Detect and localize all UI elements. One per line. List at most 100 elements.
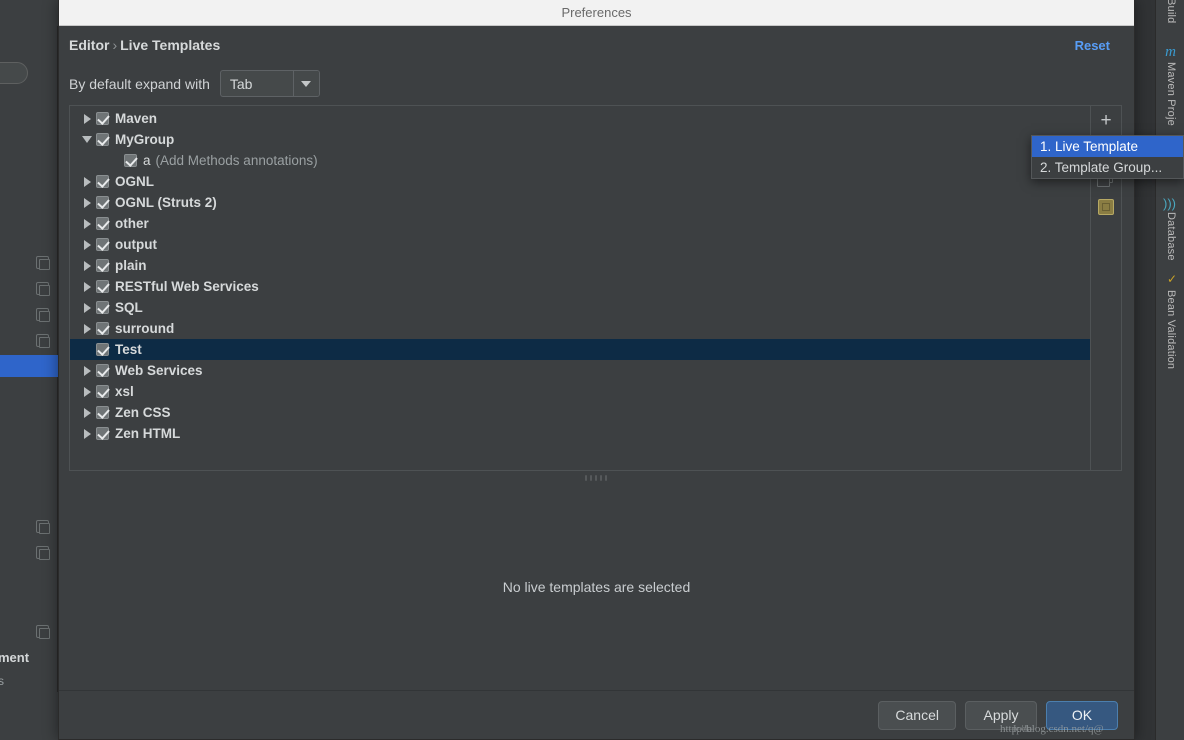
window-title: Preferences — [561, 5, 632, 20]
chevron-right-icon[interactable] — [78, 365, 96, 376]
copy-icon[interactable] — [36, 625, 50, 639]
database-icon: ))) — [1163, 196, 1176, 211]
breadcrumb: Editor › Live Templates — [69, 37, 220, 53]
tree-row-label: Web Services — [115, 363, 203, 378]
chevron-right-icon[interactable] — [78, 428, 96, 439]
tree-row[interactable]: OGNL (Struts 2) — [70, 192, 1090, 213]
tree-row[interactable]: a (Add Methods annotations) — [70, 150, 1090, 171]
tree-row[interactable]: Test — [70, 339, 1090, 360]
tree-row[interactable]: RESTful Web Services — [70, 276, 1090, 297]
tree-row[interactable]: Web Services — [70, 360, 1090, 381]
tree-row-label: OGNL (Struts 2) — [115, 195, 217, 210]
copy-icon[interactable] — [36, 520, 50, 534]
copy-icon[interactable] — [36, 256, 50, 270]
tree-row[interactable]: other — [70, 213, 1090, 234]
bean-validation-icon: ✓ — [1166, 272, 1177, 286]
tree-row[interactable]: Zen CSS — [70, 402, 1090, 423]
chevron-right-icon[interactable] — [78, 386, 96, 397]
checkbox-checked-icon[interactable] — [96, 406, 109, 419]
chevron-right-icon[interactable] — [78, 218, 96, 229]
chevron-right-icon[interactable] — [78, 323, 96, 334]
tree-row-label: Test — [115, 342, 142, 357]
checkbox-checked-icon[interactable] — [96, 196, 109, 209]
breadcrumb-separator-icon: › — [112, 37, 118, 53]
dialog-footer: Cancel Apply OK — [59, 690, 1134, 739]
chevron-right-icon[interactable] — [78, 407, 96, 418]
tree-row-label: plain — [115, 258, 147, 273]
checkbox-checked-icon[interactable] — [96, 343, 109, 356]
tree-row-label: surround — [115, 321, 175, 336]
splitter-grip-icon — [584, 474, 607, 481]
template-group-icon[interactable] — [1098, 199, 1114, 215]
popup-menu-item[interactable]: 1. Live Template — [1032, 136, 1183, 157]
checkbox-checked-icon[interactable] — [96, 112, 109, 125]
ide-left-text-fragment: ment — [0, 650, 30, 665]
ide-right-toolwindow-bar: Build m Maven Proje ))) Database ✓ Bean … — [1155, 0, 1184, 740]
chevron-right-icon[interactable] — [78, 302, 96, 313]
expand-with-combobox[interactable]: Tab — [219, 70, 320, 97]
checkbox-checked-icon[interactable] — [96, 259, 109, 272]
empty-state-message: No live templates are selected — [502, 578, 691, 595]
checkbox-checked-icon[interactable] — [96, 133, 109, 146]
tree-row[interactable]: Zen HTML — [70, 423, 1090, 444]
tree-row-label: Zen CSS — [115, 405, 171, 420]
tree-row-label: xsl — [115, 384, 134, 399]
checkbox-checked-icon[interactable] — [96, 322, 109, 335]
checkbox-checked-icon[interactable] — [96, 217, 109, 230]
cancel-button[interactable]: Cancel — [878, 700, 956, 730]
tool-window-tab-maven[interactable]: Maven Proje — [1165, 62, 1177, 126]
tool-window-tab-database[interactable]: Database — [1165, 212, 1177, 261]
chevron-down-icon[interactable] — [78, 136, 96, 143]
chevron-right-icon[interactable] — [78, 197, 96, 208]
checkbox-checked-icon[interactable] — [96, 427, 109, 440]
expand-with-label: By default expand with — [69, 75, 210, 92]
screen: ment s tion ) con Sprin les) e... odate … — [0, 0, 1184, 740]
tree-row-label: Maven — [115, 111, 158, 126]
chevron-right-icon[interactable] — [78, 239, 96, 250]
checkbox-checked-icon[interactable] — [96, 280, 109, 293]
tree-row[interactable]: MyGroup — [70, 129, 1090, 150]
watermark-overlay: Jpda — [1012, 723, 1033, 735]
copy-icon[interactable] — [36, 334, 50, 348]
chevron-right-icon[interactable] — [78, 281, 96, 292]
expand-with-value: Tab — [229, 75, 253, 92]
search-field[interactable] — [0, 62, 28, 84]
breadcrumb-root[interactable]: Editor — [69, 37, 109, 53]
chevron-right-icon[interactable] — [78, 260, 96, 271]
chevron-right-icon[interactable] — [78, 113, 96, 124]
checkbox-checked-icon[interactable] — [96, 175, 109, 188]
copy-icon[interactable] — [36, 546, 50, 560]
popup-menu-item[interactable]: 2. Template Group... — [1032, 157, 1183, 178]
checkbox-checked-icon[interactable] — [96, 238, 109, 251]
tree-row-label: SQL — [115, 300, 143, 315]
tree-row[interactable]: OGNL — [70, 171, 1090, 192]
tree-row[interactable]: plain — [70, 255, 1090, 276]
selected-list-row[interactable] — [0, 355, 58, 377]
panel-splitter[interactable] — [69, 472, 1122, 483]
tree-row[interactable]: output — [70, 234, 1090, 255]
checkbox-checked-icon[interactable] — [124, 154, 137, 167]
tree-row[interactable]: xsl — [70, 381, 1090, 402]
tree-row-label: output — [115, 237, 157, 252]
checkbox-checked-icon[interactable] — [96, 301, 109, 314]
tree-row-label: RESTful Web Services — [115, 279, 259, 294]
templates-tree[interactable]: Maven MyGroup a (Add Methods annotations) OG… — [70, 106, 1090, 470]
tree-row-label: other — [115, 216, 149, 231]
copy-icon[interactable] — [36, 308, 50, 322]
chevron-right-icon[interactable] — [78, 176, 96, 187]
tree-row[interactable]: Maven — [70, 108, 1090, 129]
checkbox-checked-icon[interactable] — [96, 385, 109, 398]
reset-link[interactable]: Reset — [1075, 38, 1110, 53]
ide-left-text-fragment-small: s — [0, 674, 4, 688]
tool-window-tab-build[interactable]: Build — [1165, 0, 1177, 23]
chevron-down-icon[interactable] — [292, 71, 319, 96]
add-template-popup-menu[interactable]: 1. Live Template 2. Template Group... — [1031, 135, 1184, 179]
tree-row[interactable]: SQL — [70, 297, 1090, 318]
checkbox-checked-icon[interactable] — [96, 364, 109, 377]
templates-tree-panel: Maven MyGroup a (Add Methods annotations) OG… — [69, 105, 1122, 471]
tool-window-tab-bean-validation[interactable]: Bean Validation — [1165, 290, 1177, 369]
plus-icon[interactable]: + — [1091, 106, 1121, 134]
tree-row-label: OGNL — [115, 174, 154, 189]
copy-icon[interactable] — [36, 282, 50, 296]
tree-row[interactable]: surround — [70, 318, 1090, 339]
